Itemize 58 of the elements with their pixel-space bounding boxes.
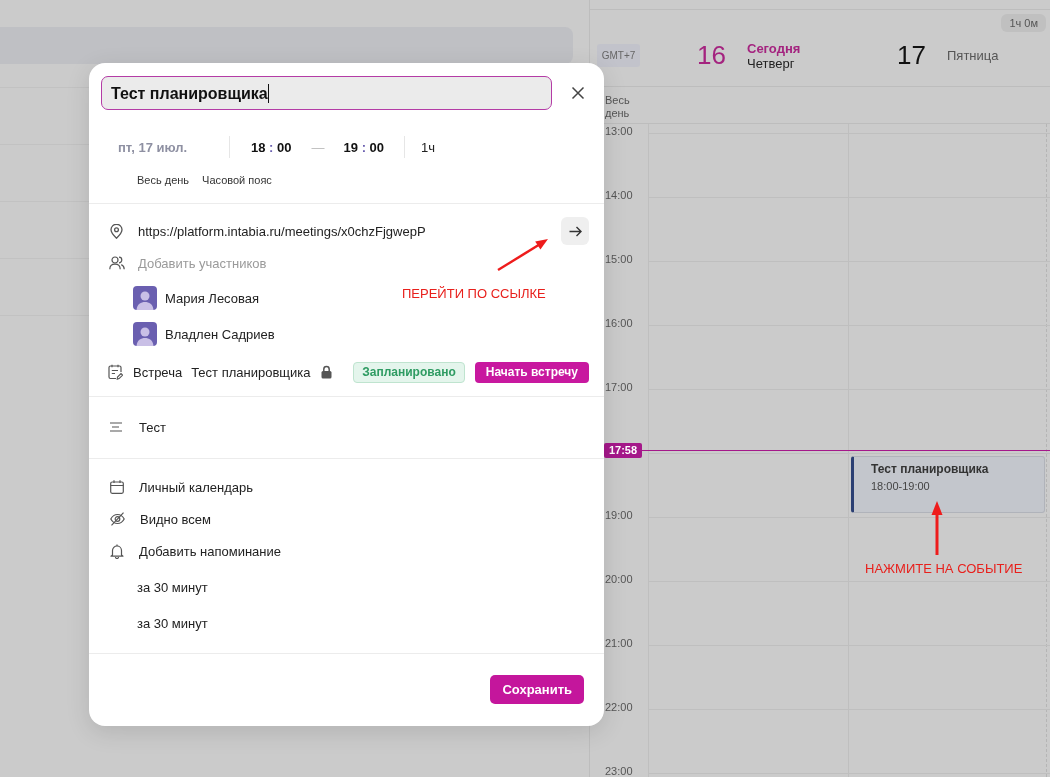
calendar-edit-icon [108,364,123,380]
save-button[interactable]: Сохранить [490,675,584,704]
time-range-dash: — [311,139,325,155]
hour-label: 17:00 [605,381,634,393]
end-time-field[interactable]: 19 : 00 [343,139,385,155]
add-reminder-button[interactable]: Добавить напоминание [110,539,282,563]
open-link-button[interactable] [561,217,589,245]
hour-label: 23:00 [605,765,634,777]
duration-badge: 1ч 0м [1001,14,1046,32]
day-number: 17 [897,40,926,71]
hour-label: 22:00 [605,701,634,713]
hour-label: 21:00 [605,637,634,649]
arrow-right-icon [568,225,582,237]
location-pin-icon [110,223,123,239]
description-text: Тест [139,419,166,435]
calendar-icon [110,480,124,494]
annotation-text: НАЖМИТЕ НА СОБЫТИЕ [865,561,1023,576]
participant-name: Владлен Садриев [165,326,275,342]
hour-label: 15:00 [605,253,634,265]
participants-field[interactable]: Добавить участников [138,255,288,271]
duration-field[interactable]: 1ч [421,139,436,155]
meeting-title: Тест планировщика [191,364,311,380]
annotation-text: ПЕРЕЙТИ ПО ССЫЛКЕ [402,286,546,301]
hour-label: 13:00 [605,125,634,137]
visibility-selector[interactable]: Видно всем [110,507,211,531]
avatar-icon [133,322,157,346]
bell-icon [110,543,124,559]
all-day-label: Весь день [605,94,631,120]
reminder-option[interactable]: за 30 минут [137,575,208,599]
today-label: Сегодня [747,40,801,56]
current-time-badge: 17:58 [604,443,642,458]
hour-label: 19:00 [605,509,634,521]
eye-off-icon [110,512,125,526]
hour-label: 16:00 [605,317,634,329]
close-icon [571,86,585,100]
close-button[interactable] [571,86,585,100]
people-icon [109,256,125,270]
annotation-arrow [930,500,944,556]
calendar-selector[interactable]: Личный календарь [110,475,253,499]
weekday-label: Пятница [947,48,999,63]
meeting-link[interactable]: https://platform.intabia.ru/meetings/x0chzFjgwepP [138,223,426,239]
hour-label: 14:00 [605,189,634,201]
day-number: 16 [697,40,726,71]
participant-name: Мария Лесовая [165,290,259,306]
option-button[interactable]: Часовой пояс [202,174,272,186]
lines-icon [110,422,124,432]
title-input[interactable]: Тест планировщика [101,76,552,110]
avatar-icon [133,286,157,310]
reminder-option[interactable]: за 30 минут [137,611,208,635]
timezone-badge: GMT+7 [597,44,640,67]
start-meeting-button[interactable]: Начать встречу [474,361,589,383]
event-block[interactable]: Тест планировщика 18:00-19:00 [851,456,1045,513]
hour-label: 20:00 [605,573,634,585]
option-button[interactable]: Весь день [137,174,190,186]
status-badge: Запланировано [353,361,465,383]
start-time-field[interactable]: 18 : 00 [251,139,292,155]
weekday-label: Четверг [747,55,795,71]
meeting-type-label: Встреча [133,364,183,380]
